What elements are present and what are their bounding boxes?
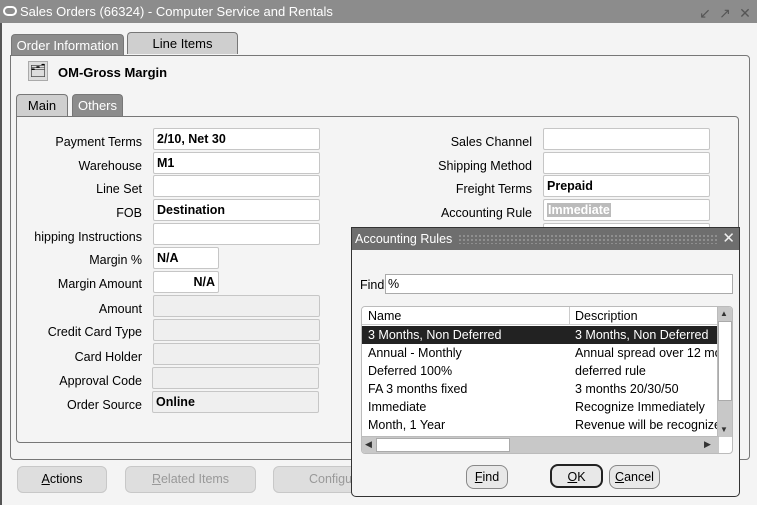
- window-titlebar: Sales Orders (66324) - Computer Service …: [0, 0, 757, 23]
- column-description-header[interactable]: Description: [575, 309, 638, 323]
- drag-handle[interactable]: [458, 234, 717, 244]
- scroll-right-icon[interactable]: ▶: [704, 439, 711, 450]
- configure-button[interactable]: Configu: [273, 466, 358, 493]
- freight-terms-label: Freight Terms: [455, 182, 532, 196]
- margin-amount-label: Margin Amount: [57, 277, 142, 291]
- card-holder-label: Card Holder: [74, 350, 142, 364]
- tab-line-items[interactable]: Line Items: [127, 32, 238, 54]
- fob-field[interactable]: Destination: [153, 199, 320, 221]
- oracle-icon: [3, 6, 17, 16]
- shipping-method-field[interactable]: [543, 152, 710, 174]
- order-source-label: Order Source: [66, 398, 142, 412]
- sales-channel-field[interactable]: [543, 128, 710, 150]
- list-row[interactable]: Month, 1 Year Revenue will be recognize: [362, 416, 719, 434]
- scroll-down-icon[interactable]: ▼: [720, 425, 728, 434]
- cancel-button[interactable]: Cancel: [609, 465, 660, 489]
- actions-button[interactable]: Actions: [17, 466, 107, 493]
- scroll-thumb[interactable]: [376, 438, 510, 452]
- tab-order-information[interactable]: Order Information: [11, 34, 124, 56]
- credit-card-type-field[interactable]: [153, 319, 320, 341]
- accounting-rules-dialog: Accounting Rules ✕ Find % Name Descripti…: [351, 227, 740, 497]
- list-header: Name Description: [362, 307, 719, 325]
- find-button[interactable]: Find: [466, 465, 508, 489]
- accounting-rule-value: Immediate: [547, 203, 611, 217]
- margin-amount-field[interactable]: N/A: [153, 271, 219, 293]
- approval-code-field[interactable]: [152, 367, 319, 389]
- scroll-left-icon[interactable]: ◀: [365, 439, 372, 450]
- line-set-label: Line Set: [96, 182, 142, 196]
- close-icon[interactable]: ✕: [737, 2, 753, 25]
- scroll-up-icon[interactable]: ▲: [720, 309, 728, 318]
- dialog-title: Accounting Rules: [355, 232, 453, 246]
- column-name-header[interactable]: Name: [368, 309, 401, 323]
- subtab-main[interactable]: Main: [16, 94, 68, 116]
- warehouse-label: Warehouse: [78, 159, 142, 173]
- window-title: Sales Orders (66324) - Computer Service …: [20, 4, 333, 19]
- freight-terms-field[interactable]: Prepaid: [543, 175, 710, 197]
- credit-card-type-label: Credit Card Type: [47, 325, 142, 339]
- approval-code-label: Approval Code: [59, 374, 142, 388]
- payment-terms-label: Payment Terms: [55, 135, 142, 149]
- accounting-rule-field[interactable]: Immediate: [543, 199, 710, 221]
- maximize-icon[interactable]: ↗: [717, 2, 733, 25]
- shipping-instructions-label: hipping Instructions: [34, 230, 142, 244]
- close-icon[interactable]: ✕: [722, 228, 735, 250]
- horizontal-scrollbar[interactable]: ◀ ▶: [362, 436, 719, 453]
- accounting-rules-list: Name Description 3 Months, Non Deferred 3…: [361, 306, 733, 454]
- shipping-method-label: Shipping Method: [438, 159, 532, 173]
- subtab-others[interactable]: Others: [72, 94, 123, 116]
- list-row[interactable]: Deferred 100% deferred rule: [362, 362, 719, 380]
- folder-open-icon[interactable]: 🗂: [28, 61, 48, 81]
- fob-label: FOB: [116, 206, 142, 220]
- find-input[interactable]: %: [385, 274, 733, 294]
- scroll-thumb[interactable]: [718, 321, 732, 401]
- payment-terms-field[interactable]: 2/10, Net 30: [153, 128, 320, 150]
- line-set-field[interactable]: [153, 175, 320, 197]
- minimize-icon[interactable]: ↙: [697, 2, 713, 25]
- list-row[interactable]: FA 3 months fixed 3 months 20/30/50: [362, 380, 719, 398]
- warehouse-field[interactable]: M1: [153, 152, 320, 174]
- vertical-scrollbar[interactable]: ▲ ▼: [717, 307, 732, 437]
- card-holder-field[interactable]: [153, 343, 320, 365]
- margin-percent-field[interactable]: N/A: [153, 247, 219, 269]
- list-row[interactable]: Annual - Monthly Annual spread over 12 mo: [362, 344, 719, 362]
- amount-label: Amount: [98, 302, 142, 316]
- list-row[interactable]: Immediate Recognize Immediately: [362, 398, 719, 416]
- dialog-titlebar[interactable]: Accounting Rules ✕: [352, 228, 739, 250]
- related-items-button[interactable]: Related Items: [125, 466, 256, 493]
- find-label: Find: [360, 278, 385, 292]
- shipping-instructions-field[interactable]: [153, 223, 320, 245]
- order-source-field[interactable]: Online: [152, 391, 319, 413]
- sales-channel-label: Sales Channel: [450, 135, 532, 149]
- margin-percent-label: Margin %: [89, 253, 142, 267]
- header-title: OM-Gross Margin: [58, 65, 168, 80]
- ok-button[interactable]: OK: [550, 464, 603, 488]
- list-row[interactable]: 3 Months, Non Deferred 3 Months, Non Defe…: [362, 326, 719, 344]
- amount-field[interactable]: [153, 295, 320, 317]
- accounting-rule-label: Accounting Rule: [440, 206, 532, 220]
